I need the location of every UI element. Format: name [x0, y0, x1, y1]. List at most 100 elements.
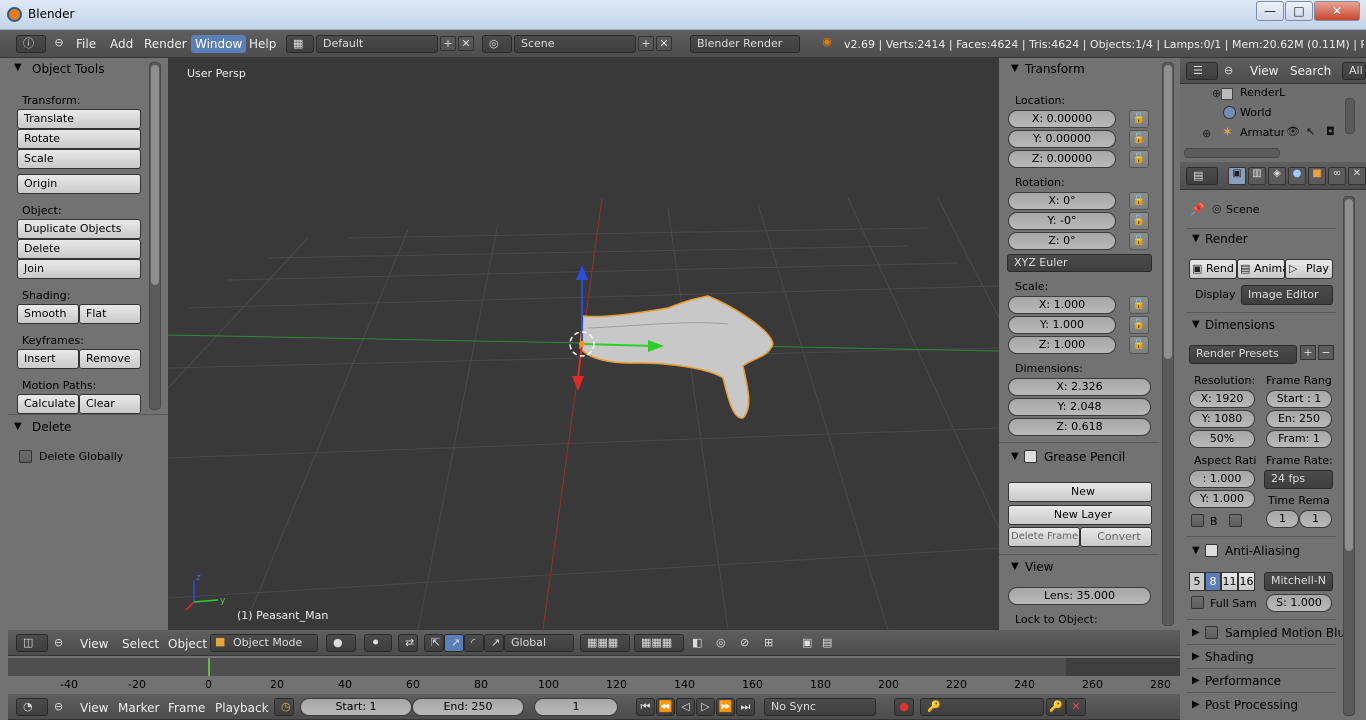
opengl-animation-icon[interactable]: ▤ — [822, 636, 832, 649]
keying-set-field[interactable]: 🔑 — [920, 698, 1044, 716]
timeline-track[interactable] — [8, 658, 1180, 676]
scale-z-field[interactable]: Z: 1.000 — [1008, 336, 1116, 354]
current-frame-field[interactable]: 1 — [534, 698, 618, 716]
display-select[interactable]: Image Editor — [1241, 285, 1333, 305]
location-y-field[interactable]: Y: 0.00000 — [1008, 130, 1116, 148]
view-menu[interactable]: View — [80, 637, 108, 651]
menu-file[interactable]: File — [76, 37, 96, 51]
opengl-render-icon[interactable]: ▣ — [802, 636, 812, 649]
render-camera-icon[interactable]: ◘ — [1326, 125, 1335, 138]
scene-field[interactable]: Scene — [514, 35, 636, 53]
maximize-button[interactable]: □ — [1285, 1, 1313, 21]
performance-panel-title[interactable]: Performance — [1205, 674, 1281, 688]
lock-location-x-icon[interactable]: 🔓 — [1129, 110, 1149, 128]
remove-layout-icon[interactable]: ✕ — [458, 36, 474, 51]
menu-add[interactable]: Add — [110, 37, 133, 51]
resolution-percent-field[interactable]: 50% — [1189, 430, 1255, 448]
sampled-motion-blur-title[interactable]: Sampled Motion Blur — [1225, 626, 1350, 640]
timeline-type-icon[interactable]: ◔ — [16, 698, 48, 716]
outliner-vscrollbar[interactable] — [1345, 98, 1355, 134]
pivot-point-select[interactable]: ⚫ — [364, 634, 392, 652]
filter-size-field[interactable]: S: 1.000 — [1266, 594, 1332, 612]
outliner-hscrollbar[interactable] — [1184, 148, 1280, 158]
scene-icon[interactable]: ◎ — [482, 35, 512, 53]
rotation-y-field[interactable]: Y: -0° — [1008, 212, 1116, 230]
remove-keyframe-button[interactable]: Remove — [79, 349, 141, 369]
frame-step-field[interactable]: Fram: 1 — [1266, 430, 1332, 448]
lock-rotation-x-icon[interactable]: 🔓 — [1129, 192, 1149, 210]
scale-button[interactable]: Scale — [17, 149, 141, 169]
frame-start-field[interactable]: Start : 1 — [1266, 390, 1332, 408]
collapse-icon[interactable]: ⊖ — [54, 636, 63, 649]
scale-manipulator-icon[interactable]: ◜ — [464, 634, 484, 652]
object-menu[interactable]: Object — [168, 637, 207, 651]
rotation-x-field[interactable]: X: 0° — [1008, 192, 1116, 210]
transform-space-icon[interactable]: ↗ — [484, 634, 504, 652]
remove-preset-icon[interactable]: − — [1318, 345, 1334, 360]
render-tab-camera-icon[interactable]: ▣ — [1228, 167, 1246, 185]
border-checkbox[interactable] — [1191, 514, 1204, 527]
timeline-view-menu[interactable]: View — [80, 701, 108, 715]
jump-start-icon[interactable]: ⏮ — [636, 698, 655, 716]
grease-pencil-checkbox[interactable] — [1024, 450, 1037, 463]
layers-grid-b[interactable]: ▦▦▦ — [634, 634, 684, 652]
collapse-icon[interactable]: ⊖ — [1224, 64, 1233, 77]
outliner-item-world[interactable]: World — [1240, 106, 1272, 119]
post-processing-panel-title[interactable]: Post Processing — [1205, 698, 1298, 712]
translate-button[interactable]: Translate — [17, 109, 141, 129]
translate-manipulator-icon[interactable]: ⇱ — [424, 634, 444, 652]
lock-scale-y-icon[interactable]: 🔓 — [1129, 316, 1149, 334]
full-sample-checkbox[interactable] — [1191, 596, 1204, 609]
time-remap-new-field[interactable]: 1 — [1299, 510, 1332, 528]
preview-range-icon[interactable]: ◷ — [274, 698, 294, 716]
rotation-z-field[interactable]: Z: 0° — [1008, 232, 1116, 250]
minimize-button[interactable]: — — [1256, 1, 1284, 21]
dimension-z-field[interactable]: Z: 0.618 — [1008, 418, 1151, 436]
origin-button[interactable]: Origin — [17, 174, 141, 194]
world-tab-icon[interactable]: ● — [1288, 167, 1306, 185]
menu-render[interactable]: Render — [144, 37, 187, 51]
snap-magnet-icon[interactable]: ⊘ — [740, 636, 749, 649]
mode-select[interactable]: Object Mode — [210, 634, 318, 652]
3d-viewport[interactable]: z y User Persp (1) Peasant_Man — [168, 58, 999, 630]
aa-filter-select[interactable]: Mitchell-N — [1264, 572, 1333, 591]
outliner-item-renderlayers[interactable]: RenderL — [1240, 86, 1285, 99]
rotate-button[interactable]: Rotate — [17, 129, 141, 149]
prev-keyframe-icon[interactable]: ⏪ — [656, 698, 675, 716]
grease-pencil-new-button[interactable]: New — [1008, 482, 1152, 502]
timeline-start-field[interactable]: Start: 1 — [300, 698, 412, 716]
aa-samples-8[interactable]: 8 — [1205, 572, 1221, 591]
lock-rotation-z-icon[interactable]: 🔓 — [1129, 232, 1149, 250]
add-preset-icon[interactable]: + — [1300, 345, 1316, 360]
sampled-motion-blur-checkbox[interactable] — [1205, 626, 1218, 639]
outliner-filter-select[interactable]: All — [1342, 62, 1366, 80]
layout-icon[interactable]: ▦ — [286, 35, 314, 53]
collapse-icon[interactable]: ⊖ — [52, 36, 66, 49]
expand-icon[interactable]: ⊕ — [1202, 127, 1211, 140]
auto-keyframe-record-icon[interactable]: ● — [894, 698, 914, 716]
outliner-item-armature[interactable]: Armatur — [1240, 126, 1284, 139]
3d-view-type-icon[interactable]: ◫ — [16, 634, 48, 652]
lens-field[interactable]: Lens: 35.000 — [1008, 587, 1151, 605]
expand-icon[interactable]: ⊕ — [1212, 87, 1221, 100]
lock-rotation-y-icon[interactable]: 🔓 — [1129, 212, 1149, 230]
scale-x-field[interactable]: X: 1.000 — [1008, 296, 1116, 314]
next-keyframe-icon[interactable]: ⏩ — [716, 698, 735, 716]
remove-scene-icon[interactable]: ✕ — [656, 36, 672, 51]
aa-samples-11[interactable]: 11 — [1221, 572, 1238, 591]
delete-frame-button[interactable]: Delete Frame — [1008, 527, 1080, 547]
convert-button[interactable]: Convert — [1080, 527, 1152, 547]
constraints-tab-icon[interactable]: ∞ — [1328, 167, 1346, 185]
add-scene-icon[interactable]: + — [638, 36, 654, 51]
lock-location-z-icon[interactable]: 🔓 — [1129, 150, 1149, 168]
delete-button[interactable]: Delete — [17, 239, 141, 259]
time-remap-old-field[interactable]: 1 — [1266, 510, 1299, 528]
select-menu[interactable]: Select — [122, 637, 159, 651]
lock-scale-x-icon[interactable]: 🔓 — [1129, 296, 1149, 314]
clear-button[interactable]: Clear — [79, 394, 141, 414]
editor-type-info-icon[interactable]: ⓘ — [16, 35, 46, 53]
smooth-button[interactable]: Smooth — [17, 304, 79, 324]
scale-y-field[interactable]: Y: 1.000 — [1008, 316, 1116, 334]
render-properties-scrollbar[interactable] — [1343, 196, 1355, 716]
duplicate-objects-button[interactable]: Duplicate Objects — [17, 219, 141, 239]
